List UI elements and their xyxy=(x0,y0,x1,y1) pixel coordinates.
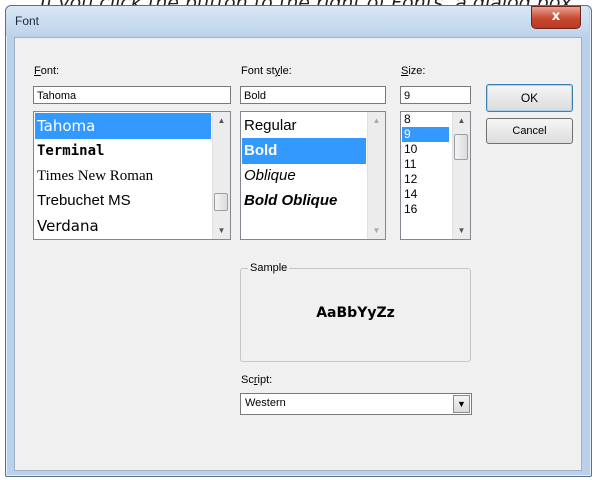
scroll-up-arrow-icon[interactable]: ▲ xyxy=(453,112,470,129)
size-list-item[interactable]: 11 xyxy=(402,157,449,172)
size-label: Size: xyxy=(401,65,425,77)
font-style-input[interactable]: Bold xyxy=(240,86,386,104)
script-select[interactable]: Western ▼ xyxy=(240,393,472,415)
font-name-input[interactable]: Tahoma xyxy=(33,86,231,104)
size-list-item[interactable]: 9 xyxy=(402,127,449,142)
size-label-rest: ize: xyxy=(408,65,426,77)
font-style-list-item[interactable]: Bold xyxy=(242,138,366,164)
font-style-list-item[interactable]: Regular xyxy=(242,113,366,139)
font-list-item[interactable]: Verdana xyxy=(35,213,211,239)
close-button[interactable]: x xyxy=(531,6,581,29)
font-style-label: Font style: xyxy=(241,65,292,77)
font-list-item[interactable]: Times New Roman xyxy=(35,163,211,189)
scroll-thumb[interactable] xyxy=(454,134,468,160)
chevron-down-icon[interactable]: ▼ xyxy=(453,395,470,413)
font-list-scrollbar[interactable]: ▲ ▼ xyxy=(212,112,230,239)
scroll-down-arrow-icon[interactable]: ▼ xyxy=(453,222,470,239)
scroll-up-arrow-icon[interactable]: ▲ xyxy=(213,112,230,129)
font-label-accel: F xyxy=(34,65,41,77)
font-style-label-pre: Font st xyxy=(241,65,275,77)
font-style-listbox[interactable]: Regular Bold Oblique Bold Oblique ▲ ▼ xyxy=(240,111,386,240)
font-list-item[interactable]: Terminal xyxy=(35,138,211,164)
font-label: Font: xyxy=(34,65,59,77)
font-label-rest: ont: xyxy=(40,65,60,77)
scroll-down-arrow-icon[interactable]: ▼ xyxy=(368,222,385,239)
font-style-label-rest: le: xyxy=(280,65,292,77)
size-list-item[interactable]: 10 xyxy=(402,142,449,157)
title-bar[interactable] xyxy=(6,6,589,36)
script-select-value: Western xyxy=(245,397,286,409)
scroll-thumb[interactable] xyxy=(214,193,228,211)
size-list-item[interactable]: 16 xyxy=(402,202,449,217)
size-list-item[interactable]: 14 xyxy=(402,187,449,202)
font-listbox[interactable]: Tahoma Terminal Times New Roman Trebuche… xyxy=(33,111,231,240)
size-list-item[interactable]: 12 xyxy=(402,172,449,187)
font-style-scrollbar[interactable]: ▲ ▼ xyxy=(367,112,385,239)
scroll-up-arrow-icon[interactable]: ▲ xyxy=(368,112,385,129)
font-list-item[interactable]: Trebuchet MS xyxy=(35,188,211,214)
sample-preview-text: AaBbYyZz xyxy=(316,305,395,321)
scroll-down-arrow-icon[interactable]: ▼ xyxy=(213,222,230,239)
font-list-item[interactable]: Tahoma xyxy=(35,113,211,139)
font-style-list-item[interactable]: Oblique xyxy=(242,163,366,189)
size-listbox[interactable]: 8 9 10 11 12 14 16 ▲ ▼ xyxy=(400,111,471,240)
script-label: Script: xyxy=(241,374,272,386)
window-title: Font xyxy=(15,14,40,28)
sample-legend: Sample xyxy=(248,262,290,274)
script-label-pre: Sc xyxy=(241,374,254,386)
size-list-item[interactable]: 8 xyxy=(402,112,449,127)
cancel-button[interactable]: Cancel xyxy=(486,118,573,144)
script-label-rest: ipt: xyxy=(257,374,273,386)
size-scrollbar[interactable]: ▲ ▼ xyxy=(452,112,470,239)
font-style-list-item[interactable]: Bold Oblique xyxy=(242,188,366,214)
size-input[interactable]: 9 xyxy=(400,86,471,104)
ok-button[interactable]: OK xyxy=(486,84,573,112)
